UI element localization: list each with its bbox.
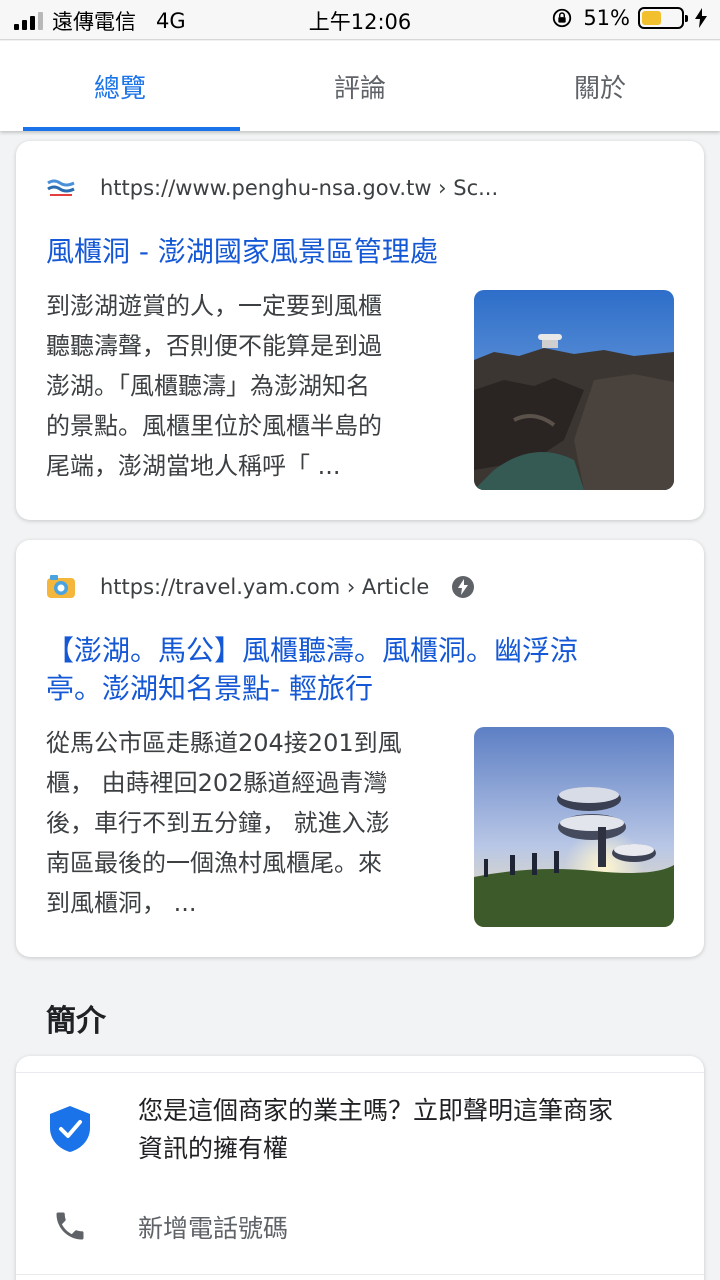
snippet-line: 的景點。風櫃里位於風櫃半島的 <box>46 412 382 440</box>
divider <box>16 1274 704 1275</box>
amp-bolt-icon <box>452 576 475 598</box>
title-line: 亭。澎湖知名景點- 輕旅行 <box>46 672 374 705</box>
section-title: 簡介 <box>46 1004 106 1039</box>
title-line: 【澎湖。馬公】風櫃聽濤。風櫃洞。幽浮涼 <box>46 634 579 667</box>
add-phone-link[interactable]: 新增電話號碼 <box>138 1209 288 1245</box>
result-snippet: 到澎湖遊賞的人，一定要到風櫃 聽聽濤聲，否則便不能算是到過 澎湖。「風櫃聽濤」為… <box>46 286 436 486</box>
result-url: https://travel.yam.com › Article <box>100 575 430 599</box>
snippet-line: 尾端，澎湖當地人稱呼「 ... <box>46 452 341 480</box>
result-thumbnail[interactable] <box>474 727 674 927</box>
rotation-lock-icon <box>553 8 572 28</box>
phone-icon <box>56 1212 84 1240</box>
tab-reviews[interactable]: 評論 <box>240 41 480 131</box>
snippet-line: 櫃， 由蒔裡回202縣道經過青灣 <box>46 769 388 797</box>
charging-bolt-icon <box>695 8 707 28</box>
result-title[interactable]: 【澎湖。馬公】風櫃聽濤。風櫃洞。幽浮涼 亭。澎湖知名景點- 輕旅行 <box>46 632 646 708</box>
result-source[interactable]: https://travel.yam.com › Article <box>46 572 475 602</box>
result-url: https://www.penghu-nsa.gov.tw › Sc... <box>100 176 499 200</box>
snippet-line: 聽聽濤聲，否則便不能算是到過 <box>46 332 382 360</box>
result-snippet: 從馬公市區走縣道204接201到風 櫃， 由蒔裡回202縣道經過青灣 後，車行不… <box>46 723 436 923</box>
result-source[interactable]: https://www.penghu-nsa.gov.tw › Sc... <box>46 173 498 203</box>
tab-bar: 總覽 評論 關於 <box>0 41 720 131</box>
battery-fill <box>642 11 662 25</box>
tab-overview[interactable]: 總覽 <box>0 41 240 131</box>
claim-line: 資訊的擁有權 <box>138 1134 289 1163</box>
yam-travel-favicon-icon <box>47 575 75 598</box>
ufo-pavilion-sunset-image <box>474 727 674 927</box>
status-bar: 遠傳電信 4G 上午12:06 51% <box>0 0 720 40</box>
tab-about[interactable]: 關於 <box>480 41 720 131</box>
coastal-rocks-image <box>474 290 674 490</box>
snippet-line: 後，車行不到五分鐘， 就進入澎 <box>46 809 390 837</box>
business-info-card: 您是這個商家的業主嗎？立即聲明這筆商家 資訊的擁有權 新增電話號碼 <box>16 1056 704 1280</box>
claim-business-link[interactable]: 您是這個商家的業主嗎？立即聲明這筆商家 資訊的擁有權 <box>138 1092 668 1168</box>
penghu-site-favicon-icon <box>46 177 76 199</box>
search-result-card[interactable]: https://travel.yam.com › Article 【澎湖。馬公】… <box>16 540 704 957</box>
result-title[interactable]: 風櫃洞 - 澎湖國家風景區管理處 <box>46 233 646 271</box>
result-thumbnail[interactable] <box>474 290 674 490</box>
battery-percent: 51% <box>583 6 630 30</box>
status-right: 51% <box>551 6 708 30</box>
search-result-card[interactable]: https://www.penghu-nsa.gov.tw › Sc... 風櫃… <box>16 141 704 520</box>
snippet-line: 從馬公市區走縣道204接201到風 <box>46 729 402 757</box>
divider <box>16 1072 704 1073</box>
snippet-line: 澎湖。「風櫃聽濤」為澎湖知名 <box>46 372 370 400</box>
snippet-line: 到風櫃洞， ... <box>46 889 197 917</box>
snippet-line: 到澎湖遊賞的人，一定要到風櫃 <box>46 292 382 320</box>
snippet-line: 南區最後的一個漁村風櫃尾。來 <box>46 849 382 877</box>
battery-icon <box>638 7 688 29</box>
claim-line: 您是這個商家的業主嗎？立即聲明這筆商家 <box>138 1096 614 1125</box>
verified-shield-icon <box>50 1106 90 1152</box>
